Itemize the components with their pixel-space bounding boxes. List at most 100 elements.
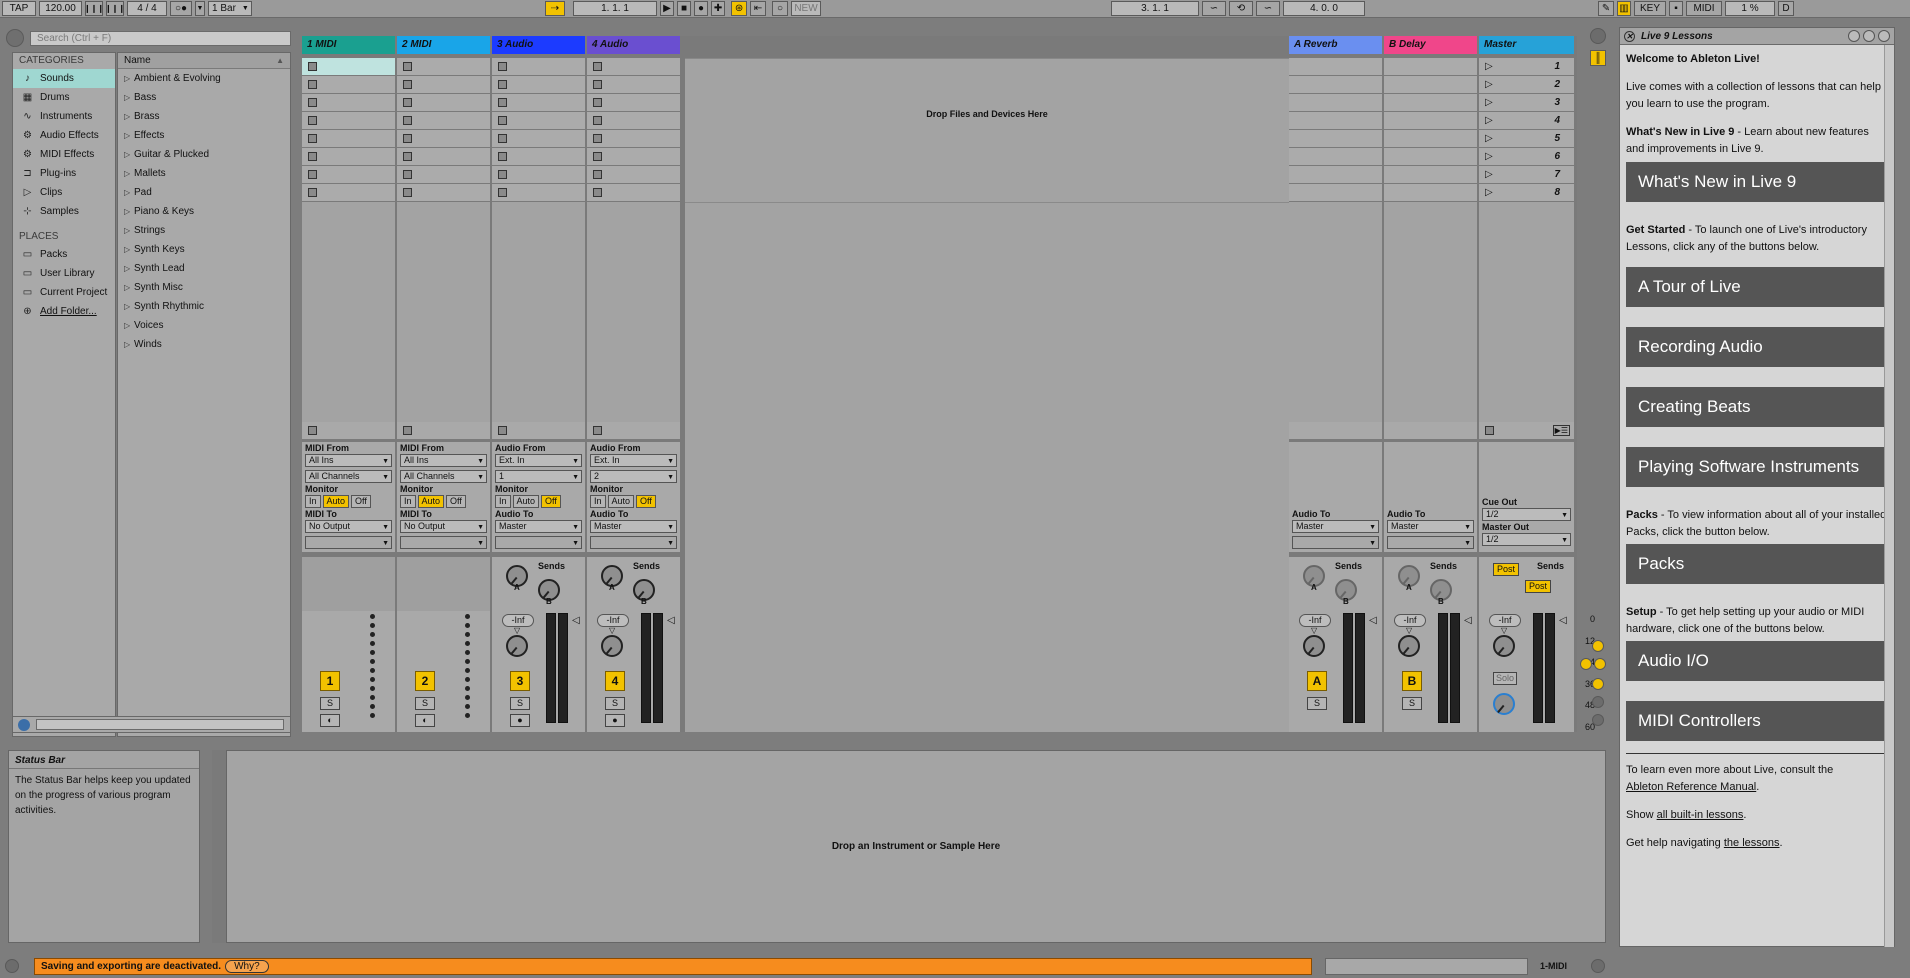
pan-knob[interactable] xyxy=(506,635,528,657)
clip-stop-icon[interactable] xyxy=(498,426,507,435)
expand-arrow-icon[interactable]: ▷ xyxy=(124,150,134,159)
output-select[interactable]: Master xyxy=(1292,520,1379,533)
stop-button-icon[interactable] xyxy=(498,170,507,179)
tempo-field[interactable]: 120.00 xyxy=(39,1,82,16)
track-activator-button[interactable]: 2 xyxy=(415,671,435,691)
scene-menu-icon[interactable]: ▶☰ xyxy=(1552,425,1570,436)
clip-slot[interactable] xyxy=(302,76,395,94)
browser-item[interactable]: ▷ Piano & Keys xyxy=(118,202,290,221)
track-title[interactable]: Master xyxy=(1479,36,1574,54)
track-delay-toggle-icon[interactable] xyxy=(1592,714,1604,726)
scene-launch[interactable]: ▷ 7 xyxy=(1479,166,1574,184)
browser-item[interactable]: ▷ Synth Keys xyxy=(118,240,290,259)
solo-button[interactable]: S xyxy=(1307,697,1327,710)
stop-button-icon[interactable] xyxy=(593,98,602,107)
stop-button-icon[interactable] xyxy=(308,170,317,179)
scene-play-icon[interactable]: ▷ xyxy=(1485,151,1493,162)
scene-launch[interactable]: ▷ 2 xyxy=(1479,76,1574,94)
play-button[interactable]: ▶ xyxy=(660,1,674,16)
monitor-auto-button[interactable]: Auto xyxy=(322,495,350,508)
browser-item[interactable]: ▷ Pad xyxy=(118,183,290,202)
stop-button-icon[interactable] xyxy=(403,188,412,197)
stop-button-icon[interactable] xyxy=(403,152,412,161)
instruments-lesson-button[interactable]: Playing Software Instruments xyxy=(1626,447,1888,487)
output-select[interactable]: Master xyxy=(1387,520,1474,533)
track-activator-button[interactable]: 1 xyxy=(320,671,340,691)
stop-button-icon[interactable] xyxy=(593,152,602,161)
clip-slot[interactable] xyxy=(587,130,680,148)
browser-toggle-icon[interactable] xyxy=(6,29,24,47)
punch-in-button[interactable]: ∽ xyxy=(1202,1,1226,16)
arm-button[interactable]: ● xyxy=(510,714,530,727)
time-signature[interactable]: 4 / 4 xyxy=(127,1,167,16)
draw-mode-button[interactable]: ✎ xyxy=(1598,1,1614,16)
master-out-select[interactable]: 1/2 xyxy=(1482,533,1571,546)
cue-out-select[interactable]: 1/2 xyxy=(1482,508,1571,521)
volume-arrow-icon[interactable]: ◁ xyxy=(572,615,580,626)
pan-knob[interactable] xyxy=(1303,635,1325,657)
automation-arm-button[interactable]: ⊛ xyxy=(731,1,747,16)
midi-controllers-lesson-button[interactable]: MIDI Controllers xyxy=(1626,701,1888,741)
whatsnew-lesson-button[interactable]: What's New in Live 9 xyxy=(1626,162,1888,202)
monitor-off-button[interactable]: Off xyxy=(636,495,656,508)
clip-slot[interactable] xyxy=(397,112,490,130)
clip-stop-row[interactable] xyxy=(397,422,490,440)
drop-zone-empty[interactable] xyxy=(685,202,1289,458)
stop-button-icon[interactable] xyxy=(498,98,507,107)
arrangement-position[interactable]: 1. 1. 1 xyxy=(573,1,657,16)
back-to-arrangement-button[interactable]: ⇤ xyxy=(750,1,766,16)
solo-cue-button[interactable]: Solo xyxy=(1493,672,1517,685)
clip-slot[interactable] xyxy=(587,184,680,202)
reference-manual-link[interactable]: Ableton Reference Manual xyxy=(1626,781,1756,793)
packs-lesson-button[interactable]: Packs xyxy=(1626,544,1888,584)
clip-slot[interactable] xyxy=(302,58,395,76)
midi-map-button[interactable]: MIDI xyxy=(1686,1,1722,16)
stop-button-icon[interactable] xyxy=(308,62,317,71)
stop-button-icon[interactable] xyxy=(593,80,602,89)
scene-play-icon[interactable]: ▷ xyxy=(1485,169,1493,180)
metronome-menu-icon[interactable]: ▼ xyxy=(195,1,205,16)
scene-launch[interactable]: ▷ 3 xyxy=(1479,94,1574,112)
expand-arrow-icon[interactable]: ▷ xyxy=(124,188,134,197)
clip-slot[interactable] xyxy=(587,112,680,130)
clip-slot[interactable] xyxy=(587,94,680,112)
io-toggle-icon[interactable] xyxy=(1592,640,1604,652)
clip-stop-icon[interactable] xyxy=(403,426,412,435)
help-scrollbar[interactable] xyxy=(1884,45,1894,947)
output-select[interactable]: No Output xyxy=(400,520,487,533)
stop-button[interactable]: ■ xyxy=(677,1,691,16)
solo-button[interactable]: S xyxy=(510,697,530,710)
stop-button-icon[interactable] xyxy=(498,188,507,197)
clip-slot[interactable] xyxy=(492,112,585,130)
output-channel-select[interactable] xyxy=(495,536,582,549)
expand-arrow-icon[interactable]: ▷ xyxy=(124,93,134,102)
place-item[interactable]: ▭ User Library xyxy=(13,264,115,283)
expand-arrow-icon[interactable]: ▷ xyxy=(124,264,134,273)
stop-button-icon[interactable] xyxy=(403,98,412,107)
track-activator-button[interactable]: 4 xyxy=(605,671,625,691)
scene-launch[interactable]: ▷ 4 xyxy=(1479,112,1574,130)
stop-button-icon[interactable] xyxy=(308,116,317,125)
solo-button[interactable]: S xyxy=(1402,697,1422,710)
stop-button-icon[interactable] xyxy=(308,98,317,107)
nudge-down-button[interactable]: ❙❙❙ xyxy=(84,1,104,16)
browser-item[interactable]: ▷ Guitar & Plucked xyxy=(118,145,290,164)
headphones-icon[interactable] xyxy=(18,718,30,731)
input-channel-select[interactable]: 1 xyxy=(495,470,582,483)
search-input[interactable]: Search (Ctrl + F) xyxy=(30,31,291,46)
clip-slot[interactable] xyxy=(587,58,680,76)
clip-slot[interactable] xyxy=(397,76,490,94)
browser-item[interactable]: ▷ Voices xyxy=(118,316,290,335)
mixer-toggle-icon[interactable] xyxy=(1592,678,1604,690)
input-type-select[interactable]: Ext. In xyxy=(590,454,677,467)
stop-button-icon[interactable] xyxy=(593,62,602,71)
category-item[interactable]: ∿ Instruments xyxy=(13,107,115,126)
track-title[interactable]: 2 MIDI xyxy=(397,36,490,54)
stop-button-icon[interactable] xyxy=(308,80,317,89)
browser-item[interactable]: ▷ Brass xyxy=(118,107,290,126)
volume-arrow-icon[interactable]: ◁ xyxy=(1464,615,1472,626)
clip-slot[interactable] xyxy=(397,148,490,166)
stop-button-icon[interactable] xyxy=(498,80,507,89)
stop-button-icon[interactable] xyxy=(593,134,602,143)
place-item[interactable]: ▭ Current Project xyxy=(13,283,115,302)
